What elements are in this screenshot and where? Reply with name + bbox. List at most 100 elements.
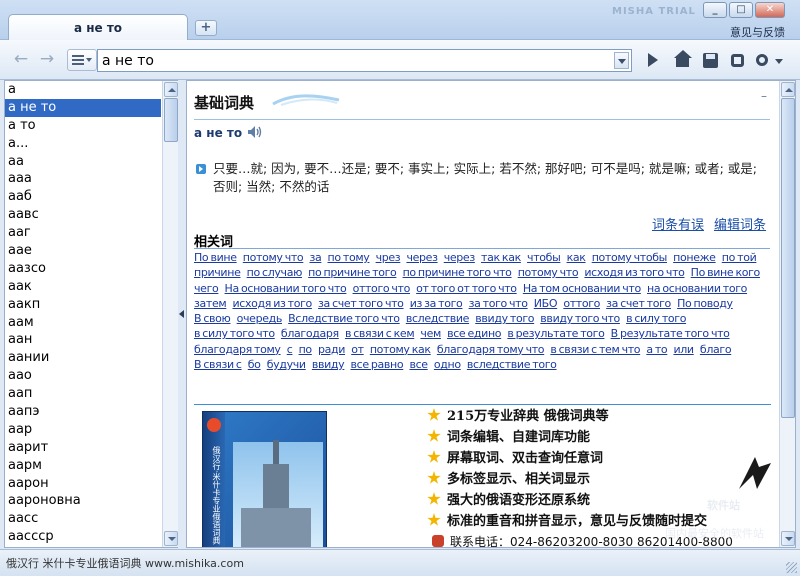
tab-current[interactable]: а не то <box>8 14 188 41</box>
save-icon[interactable] <box>700 50 722 70</box>
word-list-item[interactable]: аароновна <box>5 492 161 510</box>
related-word-link[interactable]: вследствие <box>406 312 470 325</box>
word-list-item[interactable]: а <box>5 81 161 99</box>
word-list-item[interactable]: а то <box>5 117 161 135</box>
related-word-link[interactable]: потому что <box>243 251 304 264</box>
related-word-link[interactable]: В связи с <box>194 358 242 371</box>
related-word-link[interactable]: очередь <box>237 312 283 325</box>
speaker-icon[interactable] <box>247 125 263 139</box>
related-word-link[interactable]: оттого <box>563 297 600 310</box>
related-word-link[interactable]: оттого что <box>353 282 411 295</box>
related-word-link[interactable]: По поводу <box>677 297 733 310</box>
scroll-thumb[interactable] <box>781 98 795 418</box>
scroll-down-icon[interactable] <box>781 531 795 546</box>
search-input[interactable] <box>102 51 602 70</box>
related-word-link[interactable]: одно <box>434 358 461 371</box>
related-word-link[interactable]: в связи с кем <box>345 327 415 340</box>
scroll-thumb[interactable] <box>164 98 178 142</box>
word-list-item[interactable]: ааа <box>5 170 161 188</box>
related-word-link[interactable]: потому чтобы <box>592 251 668 264</box>
related-word-link[interactable]: благодаря <box>281 327 339 340</box>
word-list-item[interactable]: аао <box>5 367 161 385</box>
word-list-item[interactable]: аап <box>5 385 161 403</box>
related-word-link[interactable]: причине <box>194 266 241 279</box>
minimize-button[interactable]: _ <box>703 2 727 18</box>
definition-scrollbar[interactable] <box>779 81 795 547</box>
related-word-link[interactable]: потому как <box>370 343 431 356</box>
related-word-link[interactable]: благо <box>700 343 732 356</box>
related-word-link[interactable]: все <box>409 358 428 371</box>
word-list-item[interactable]: а не то <box>5 98 161 117</box>
related-word-link[interactable]: На том основании что <box>523 282 641 295</box>
related-word-link[interactable]: чрез <box>376 251 401 264</box>
word-list-item[interactable]: а... <box>5 135 161 153</box>
related-word-link[interactable]: от того от того что <box>416 282 517 295</box>
related-word-link[interactable]: исходя из того <box>232 297 312 310</box>
related-word-link[interactable]: через <box>406 251 437 264</box>
related-word-link[interactable]: в силу того <box>626 312 686 325</box>
word-list-item[interactable]: аассср <box>5 528 161 546</box>
related-word-link[interactable]: все едино <box>447 327 501 340</box>
word-list-item[interactable]: ааг <box>5 224 161 242</box>
word-list-item[interactable]: ааб <box>5 188 161 206</box>
word-list-item[interactable]: аапэ <box>5 403 161 421</box>
word-list-item[interactable]: аазсо <box>5 260 161 278</box>
collapse-section-icon[interactable]: – <box>761 89 767 103</box>
report-error-link[interactable]: 词条有误 <box>652 214 704 233</box>
related-word-link[interactable]: по <box>299 343 313 356</box>
scroll-down-icon[interactable] <box>164 531 178 546</box>
related-word-link[interactable]: по тому <box>328 251 370 264</box>
related-word-link[interactable]: в силу того что <box>194 327 275 340</box>
related-word-link[interactable]: потому что <box>518 266 579 279</box>
word-list-item[interactable]: аавс <box>5 206 161 224</box>
scroll-up-icon[interactable] <box>781 82 795 97</box>
related-word-link[interactable]: все равно <box>351 358 404 371</box>
word-list-scrollbar[interactable] <box>162 81 178 547</box>
home-icon[interactable] <box>672 50 694 70</box>
word-list-item[interactable]: аакп <box>5 296 161 314</box>
word-list-item[interactable]: аак <box>5 278 161 296</box>
list-icon[interactable] <box>67 49 97 71</box>
word-list-item[interactable]: аарм <box>5 457 161 475</box>
related-word-link[interactable]: благодаря тому <box>194 343 281 356</box>
related-word-link[interactable]: ради <box>318 343 345 356</box>
product-box-image[interactable]: 俄汉行·米什卡专业俄语词典 <box>202 411 327 547</box>
word-list-item[interactable]: аасс <box>5 510 161 528</box>
related-word-link[interactable]: за счет того <box>606 297 671 310</box>
forward-icon[interactable]: → <box>36 50 58 70</box>
back-icon[interactable]: ← <box>10 50 32 70</box>
related-word-link[interactable]: через <box>444 251 475 264</box>
related-word-link[interactable]: затем <box>194 297 227 310</box>
related-word-link[interactable]: по причине того что <box>403 266 512 279</box>
related-word-link[interactable]: чтобы <box>527 251 561 264</box>
related-word-link[interactable]: вследствие того <box>467 358 557 371</box>
related-word-link[interactable]: Вследствие того что <box>288 312 400 325</box>
go-icon[interactable] <box>642 50 664 70</box>
word-list-item[interactable]: аарит <box>5 439 161 457</box>
edit-entry-link[interactable]: 编辑词条 <box>714 214 766 233</box>
search-dropdown-icon[interactable] <box>614 52 629 69</box>
word-list-item[interactable]: аа <box>5 153 161 171</box>
word-list-item[interactable]: аам <box>5 314 161 332</box>
related-word-link[interactable]: а то <box>646 343 667 356</box>
related-word-link[interactable]: В свою <box>194 312 231 325</box>
related-word-link[interactable]: ввиду того что <box>540 312 620 325</box>
related-word-link[interactable]: По вине <box>194 251 237 264</box>
related-word-link[interactable]: по случаю <box>247 266 303 279</box>
related-word-link[interactable]: за счет того что <box>318 297 404 310</box>
related-word-link[interactable]: ИБО <box>534 297 558 310</box>
related-word-link[interactable]: На основании того что <box>225 282 347 295</box>
related-word-link[interactable]: или <box>673 343 694 356</box>
related-word-link[interactable]: на основании того <box>647 282 747 295</box>
related-word-link[interactable]: из за того <box>410 297 463 310</box>
related-word-link[interactable]: ввиду того <box>475 312 534 325</box>
related-word-link[interactable]: по причине того <box>308 266 397 279</box>
related-word-link[interactable]: чего <box>194 282 219 295</box>
collapse-left-icon[interactable] <box>179 310 184 318</box>
related-word-link[interactable]: так как <box>481 251 521 264</box>
related-word-link[interactable]: ввиду <box>312 358 345 371</box>
related-word-link[interactable]: за <box>309 251 321 264</box>
related-word-link[interactable]: в результате того <box>507 327 604 340</box>
word-list-item[interactable]: аании <box>5 349 161 367</box>
close-button[interactable]: ✕ <box>755 2 785 18</box>
